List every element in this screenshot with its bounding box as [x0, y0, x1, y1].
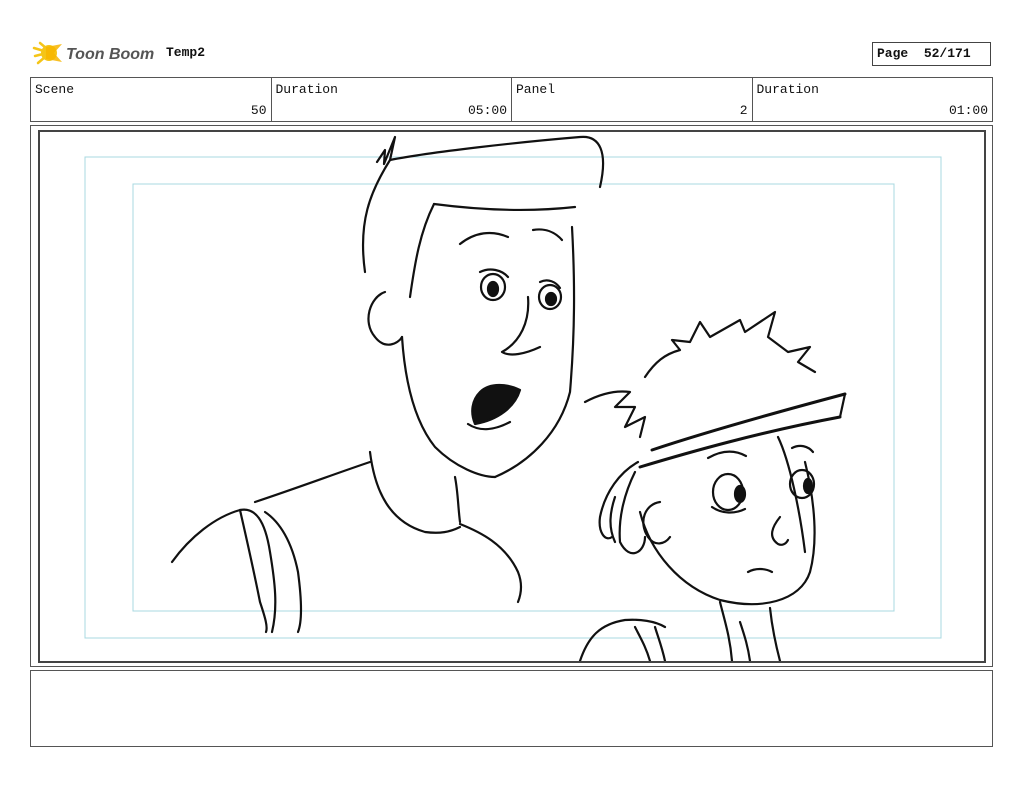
scene-duration-cell: Duration 05:00 [272, 78, 512, 121]
panel-duration-label: Duration [756, 82, 819, 97]
scene-label: Scene [35, 82, 75, 97]
man-character-sketch [170, 135, 605, 634]
project-title: Temp2 [166, 45, 206, 60]
scene-duration-value: 05:00 [467, 103, 507, 118]
toon-boom-logo: Toon Boom [32, 41, 154, 65]
panel-value: 2 [739, 103, 748, 118]
panel-duration-cell: Duration 01:00 [753, 78, 993, 121]
page-indicator: Page 52/171 [872, 42, 991, 66]
storyboard-sketch [84, 135, 942, 661]
panel-info-row: Scene 50 Duration 05:00 Panel 2 Duration… [30, 77, 993, 122]
panel-notes-box [30, 670, 993, 747]
panel-duration-value: 01:00 [948, 103, 988, 118]
logo-text: Toon Boom [66, 46, 154, 63]
page-label: Page [877, 46, 909, 61]
panel-cell: Panel 2 [512, 78, 753, 121]
page-number: 52/171 [923, 46, 971, 61]
logo-burst-icon [32, 41, 62, 65]
boy-character-sketch [578, 310, 847, 661]
scene-value: 50 [250, 103, 267, 118]
scene-duration-label: Duration [275, 82, 338, 97]
panel-label: Panel [516, 82, 556, 97]
panel-image [38, 130, 986, 663]
scene-cell: Scene 50 [31, 78, 272, 121]
